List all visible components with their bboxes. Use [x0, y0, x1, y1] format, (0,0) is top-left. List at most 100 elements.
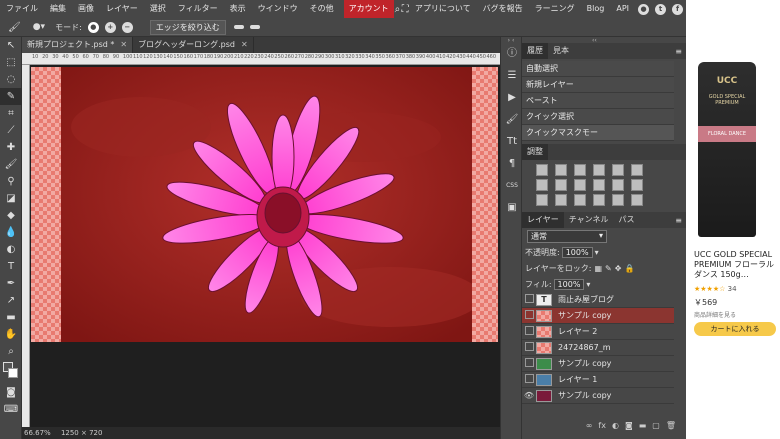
menu-layer[interactable]: レイヤー: [100, 0, 144, 18]
chevron-down-icon[interactable]: ▾: [586, 280, 590, 289]
twitter-icon[interactable]: t: [655, 3, 666, 15]
clone-tool-icon[interactable]: ⚲: [0, 173, 22, 190]
menu-filter[interactable]: フィルター: [172, 0, 224, 18]
info-icon[interactable]: ⓘ: [501, 43, 523, 65]
channel-mixer-icon[interactable]: [612, 179, 624, 191]
threshold-icon[interactable]: [574, 194, 586, 206]
tab-channels[interactable]: チャンネル: [564, 212, 614, 228]
move-tool-icon[interactable]: ↖: [0, 37, 22, 54]
mode-new-icon[interactable]: ●: [87, 21, 99, 33]
effects-icon[interactable]: fx: [598, 421, 606, 435]
invert-icon[interactable]: [536, 194, 548, 206]
keyboard-icon[interactable]: ⌨: [0, 401, 22, 418]
panel-menu-icon[interactable]: ≡: [675, 47, 682, 56]
brush-size-icon[interactable]: ●▾: [33, 22, 45, 32]
photo-filter-icon[interactable]: [593, 179, 605, 191]
color-swatches[interactable]: [0, 362, 21, 384]
fill-input[interactable]: 100%: [553, 278, 585, 290]
layer-row[interactable]: レイヤー 1: [522, 372, 674, 388]
blend-mode-select[interactable]: 通常 ▾: [527, 229, 607, 243]
search-icon[interactable]: ⌕: [394, 4, 402, 15]
menu-more[interactable]: その他: [304, 0, 340, 18]
menu-report-bug[interactable]: バグを報告: [477, 0, 529, 18]
link-icon[interactable]: ∞: [586, 421, 593, 435]
visibility-toggle[interactable]: [522, 310, 536, 321]
visibility-toggle[interactable]: [522, 374, 536, 385]
layer-row[interactable]: 24724867_m: [522, 340, 674, 356]
lock-position-icon[interactable]: ✥: [615, 264, 622, 273]
history-item[interactable]: 新規レイヤー: [522, 77, 674, 93]
layer-row[interactable]: 👁 サンプル copy: [522, 388, 674, 404]
crop-tool-icon[interactable]: ⌗: [0, 105, 22, 122]
menu-window[interactable]: ウインドウ: [252, 0, 304, 18]
levels-icon[interactable]: [555, 164, 567, 176]
toggle-1-icon[interactable]: [233, 25, 244, 29]
trash-icon[interactable]: 🗑: [666, 421, 676, 435]
product-details-link[interactable]: 商品詳細を見る: [694, 310, 736, 319]
brush-icon[interactable]: 🖌: [8, 22, 21, 33]
selective-color-icon[interactable]: [631, 179, 643, 191]
quick-select-tool-icon[interactable]: ✎: [0, 88, 22, 105]
menu-learning[interactable]: ラーニング: [529, 0, 581, 18]
brush-settings-icon[interactable]: 🖌: [501, 109, 523, 131]
lock-pixels-icon[interactable]: ✎: [605, 264, 612, 273]
ad-panel[interactable]: UCC GOLD SPECIAL PREMIUM FLORAL DANCE UC…: [686, 0, 780, 439]
tab-layers[interactable]: レイヤー: [522, 212, 564, 228]
folder-icon[interactable]: ▬: [639, 421, 647, 435]
tab-adjustments[interactable]: 調整: [522, 144, 548, 160]
quick-mask-icon[interactable]: ◙: [0, 384, 22, 401]
menu-edit[interactable]: 編集: [44, 0, 72, 18]
dodge-tool-icon[interactable]: ◐: [0, 241, 22, 258]
visibility-toggle[interactable]: [522, 294, 536, 305]
mode-subtract-icon[interactable]: −: [121, 21, 133, 33]
fullscreen-icon[interactable]: ⛶: [401, 4, 409, 15]
menu-view[interactable]: 表示: [224, 0, 252, 18]
close-icon[interactable]: ✕: [241, 40, 248, 49]
reddit-icon[interactable]: ●: [638, 3, 649, 15]
character-icon[interactable]: Tt: [501, 131, 523, 153]
toggle-2-icon[interactable]: [249, 25, 260, 29]
type-tool-icon[interactable]: T: [0, 258, 22, 275]
adjustment-layer-icon[interactable]: ◐: [612, 421, 619, 435]
menu-account[interactable]: アカウント: [343, 0, 394, 18]
history-item[interactable]: 自動選択: [522, 61, 674, 77]
visibility-toggle[interactable]: [522, 326, 536, 337]
properties-icon[interactable]: ☰: [501, 65, 523, 87]
black-white-icon[interactable]: [574, 179, 586, 191]
layer-row[interactable]: サンプル copy: [522, 356, 674, 372]
layer-row[interactable]: T 雨止み屋ブログ: [522, 292, 674, 308]
css-icon[interactable]: CSS: [501, 175, 523, 197]
history-item[interactable]: クイック選択: [522, 109, 674, 125]
canvas[interactable]: [31, 67, 498, 342]
menu-about[interactable]: アプリについて: [409, 0, 477, 18]
history-item[interactable]: ペースト: [522, 93, 674, 109]
actions-icon[interactable]: ▶: [501, 87, 523, 109]
menu-select[interactable]: 選択: [144, 0, 172, 18]
product-title[interactable]: UCC GOLD SPECIAL PREMIUM フローラルダンス 150g…: [694, 250, 778, 280]
refine-edge-button[interactable]: エッジを絞り込む: [149, 19, 226, 35]
path-select-tool-icon[interactable]: ↗: [0, 292, 22, 309]
exposure-icon[interactable]: [593, 164, 605, 176]
pen-tool-icon[interactable]: ✒: [0, 275, 22, 292]
layer-row-selected[interactable]: サンプル copy: [522, 308, 674, 324]
zoom-level[interactable]: 66.67%: [24, 429, 51, 437]
add-to-cart-button[interactable]: カートに入れる: [694, 322, 776, 336]
eraser-tool-icon[interactable]: ◪: [0, 190, 22, 207]
new-layer-icon[interactable]: ▢: [652, 421, 660, 435]
brush-tool-icon[interactable]: 🖌: [0, 156, 22, 173]
menu-api[interactable]: API: [610, 0, 635, 18]
lock-transparency-icon[interactable]: ▦: [594, 264, 602, 273]
curves-icon[interactable]: [574, 164, 586, 176]
menu-file[interactable]: ファイル: [0, 0, 44, 18]
gradient-map-icon[interactable]: [593, 194, 605, 206]
facebook-icon[interactable]: f: [672, 3, 683, 15]
menu-blog[interactable]: Blog: [581, 0, 611, 18]
posterize-icon[interactable]: [555, 194, 567, 206]
mask-icon[interactable]: ◙: [625, 421, 633, 435]
tab-history[interactable]: 履歴: [522, 43, 548, 59]
marquee-tool-icon[interactable]: ⬚: [0, 54, 22, 71]
visibility-toggle[interactable]: [522, 358, 536, 369]
product-image[interactable]: UCC GOLD SPECIAL PREMIUM FLORAL DANCE: [698, 62, 756, 237]
vibrance-icon[interactable]: [612, 164, 624, 176]
blur-tool-icon[interactable]: 💧: [0, 224, 22, 241]
